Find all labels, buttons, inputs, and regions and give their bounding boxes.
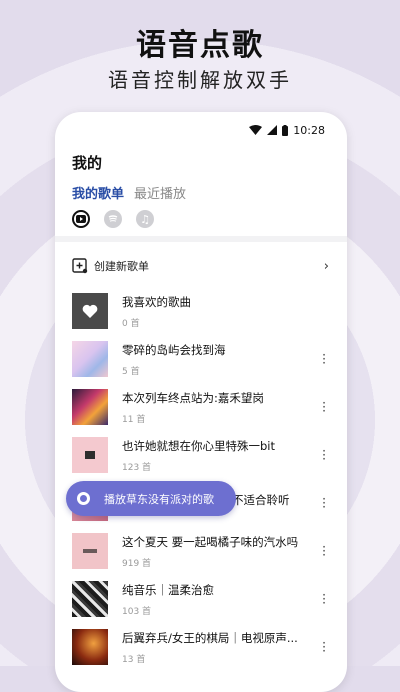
page-title: 我的	[72, 154, 103, 172]
hero-title: 语音点歌	[136, 28, 264, 63]
voice-command-text: 播放草东没有派对的歌	[104, 492, 214, 506]
chevron-right-icon: ›	[323, 258, 329, 274]
playlist-name: 我喜欢的歌曲	[122, 294, 191, 309]
playlist-count: 123 首	[122, 462, 152, 473]
playlist-list: 我喜欢的歌曲 0 首 零碎的岛屿会找到海 5 首 · · · 本次列车终点站为:嘉禾…	[72, 287, 331, 671]
playlist-item[interactable]: 本次列车终点站为:嘉禾望岗 11 首 · · ·	[72, 383, 331, 431]
playlist-name: 这个夏天 要一起喝橘子味的汽水吗	[122, 534, 299, 549]
more-options-icon[interactable]: · · ·	[317, 589, 331, 609]
apple-music-icon[interactable]: ♫	[136, 210, 154, 228]
battery-icon	[282, 124, 289, 136]
more-options-icon[interactable]: · · ·	[317, 349, 331, 369]
add-playlist-icon	[72, 258, 88, 274]
section-divider	[55, 236, 347, 242]
status-time: 10:28	[293, 123, 325, 137]
playlist-name: 也许她就想在你心里特殊一bit	[122, 438, 276, 453]
playlist-cover	[72, 389, 108, 425]
playlist-cover	[72, 629, 108, 665]
playlist-count: 919 首	[122, 558, 152, 569]
youtube-icon[interactable]	[72, 210, 90, 228]
more-options-icon[interactable]: · · ·	[317, 493, 331, 513]
source-selector: ♫	[72, 210, 154, 228]
playlist-item[interactable]: 后翼弃兵/女王的棋局｜电视原声... 13 首 · · ·	[72, 623, 331, 671]
more-options-icon[interactable]: · · ·	[317, 397, 331, 417]
playlist-name: 不适合聆听	[232, 493, 290, 507]
more-options-icon[interactable]: · · ·	[317, 541, 331, 561]
playlist-tabs: 我的歌单 最近播放	[72, 183, 186, 202]
playlist-name: 本次列车终点站为:嘉禾望岗	[122, 390, 264, 405]
playlist-count: 103 首	[122, 606, 152, 617]
playlist-count: 11 首	[122, 414, 146, 425]
phone-frame: 10:28 我的 我的歌单 最近播放 ♫ 创建新歌单 › 我喜欢的歌曲 0 首 …	[55, 112, 347, 692]
favorites-cover	[72, 293, 108, 329]
playlist-cover	[72, 581, 108, 617]
playlist-count: 0 首	[122, 318, 140, 329]
playlist-item[interactable]: 纯音乐｜温柔治愈 103 首 · · ·	[72, 575, 331, 623]
playlist-item[interactable]: 我喜欢的歌曲 0 首	[72, 287, 331, 335]
playlist-name: 纯音乐｜温柔治愈	[122, 582, 214, 597]
playlist-cover	[72, 437, 108, 473]
tab-my-playlists[interactable]: 我的歌单	[72, 183, 124, 202]
wifi-icon	[249, 125, 263, 135]
cell-signal-icon	[267, 125, 278, 135]
playlist-item[interactable]: 零碎的岛屿会找到海 5 首 · · ·	[72, 335, 331, 383]
playlist-name: 后翼弃兵/女王的棋局｜电视原声...	[122, 630, 298, 645]
playlist-count: 13 首	[122, 654, 146, 665]
more-options-icon[interactable]: · · ·	[317, 637, 331, 657]
status-bar: 10:28	[249, 122, 325, 138]
playlist-count: 5 首	[122, 366, 140, 377]
heart-icon	[82, 304, 98, 318]
playlist-cover	[72, 533, 108, 569]
playlist-item[interactable]: 也许她就想在你心里特殊一bit 123 首 · · ·	[72, 431, 331, 479]
playlist-item[interactable]: 这个夏天 要一起喝橘子味的汽水吗 919 首 · · ·	[72, 527, 331, 575]
tab-recent-plays[interactable]: 最近播放	[134, 183, 186, 202]
spotify-icon[interactable]	[104, 210, 122, 228]
playlist-cover	[72, 341, 108, 377]
create-playlist-button[interactable]: 创建新歌单 ›	[72, 256, 329, 276]
voice-indicator-icon	[77, 492, 90, 505]
voice-command-pill[interactable]: 播放草东没有派对的歌	[66, 481, 236, 516]
more-options-icon[interactable]: · · ·	[317, 445, 331, 465]
playlist-name: 零碎的岛屿会找到海	[122, 342, 226, 357]
create-playlist-label: 创建新歌单	[94, 260, 149, 273]
hero-subtitle: 语音控制解放双手	[108, 68, 292, 92]
